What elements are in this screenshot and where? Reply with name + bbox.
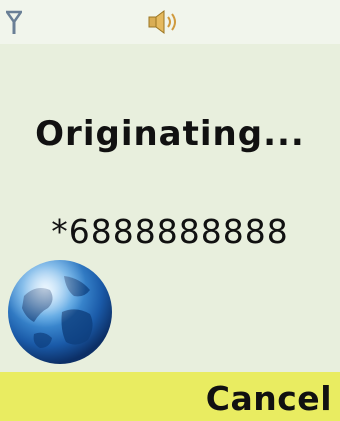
call-status-text: Originating... — [35, 114, 305, 154]
status-bar — [0, 0, 340, 44]
softkey-bar: Cancel — [0, 372, 340, 421]
dialed-number: *6888888888 — [51, 212, 289, 251]
cancel-softkey[interactable]: Cancel — [206, 379, 332, 418]
antenna-signal-icon — [6, 10, 22, 34]
globe-icon — [8, 260, 112, 364]
speaker-volume-icon — [148, 10, 176, 34]
call-screen: Originating... *6888888888 — [0, 44, 340, 372]
